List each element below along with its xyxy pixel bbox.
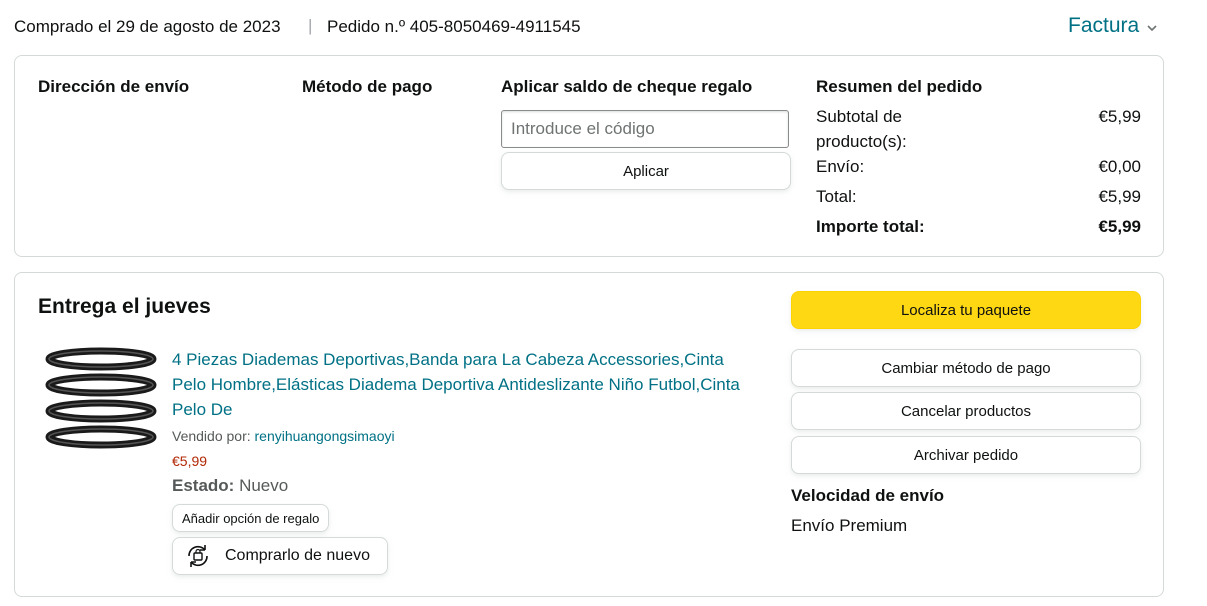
buy-again-button[interactable]: Comprarlo de nuevo bbox=[172, 537, 388, 575]
delivery-card: Entrega el jueves 4 Piezas Diademas Depo… bbox=[14, 272, 1164, 597]
sold-by-label: Vendido por: bbox=[172, 428, 251, 444]
summary-label: Subtotal de producto(s): bbox=[816, 107, 907, 151]
summary-row-shipping: Envío: €0,00 bbox=[816, 154, 1141, 179]
summary-label: Envío: bbox=[816, 157, 865, 176]
cancel-items-button[interactable]: Cancelar productos bbox=[791, 392, 1141, 430]
summary-row-total: Total: €5,99 bbox=[816, 184, 1141, 209]
purchase-date: Comprado el 29 de agosto de 2023 bbox=[14, 17, 281, 36]
delivery-heading: Entrega el jueves bbox=[38, 295, 211, 318]
chevron-down-icon bbox=[1147, 24, 1157, 31]
order-summary-heading: Resumen del pedido bbox=[816, 77, 983, 96]
summary-row-subtotal: Subtotal de producto(s): €5,99 bbox=[816, 104, 1141, 154]
product-condition: Estado: Nuevo bbox=[172, 476, 288, 496]
product-title-link[interactable]: 4 Piezas Diademas Deportivas,Banda para … bbox=[172, 347, 752, 422]
invoice-label: Factura bbox=[1068, 14, 1140, 37]
gift-card-heading: Aplicar saldo de cheque regalo bbox=[501, 77, 753, 96]
summary-value: €0,00 bbox=[1098, 157, 1141, 176]
gift-option-label: Añadir opción de regalo bbox=[182, 510, 320, 526]
condition-value: Nuevo bbox=[239, 476, 289, 495]
product-image[interactable] bbox=[43, 345, 159, 463]
gift-code-input[interactable] bbox=[501, 110, 789, 148]
archive-order-button[interactable]: Archivar pedido bbox=[791, 436, 1141, 474]
change-payment-button[interactable]: Cambiar método de pago bbox=[791, 349, 1141, 387]
add-gift-option-button[interactable]: Añadir opción de regalo bbox=[172, 504, 330, 532]
sold-by: Vendido por: renyihuangongsimaoyi bbox=[172, 428, 395, 444]
seller-link[interactable]: renyihuangongsimaoyi bbox=[255, 428, 395, 444]
summary-value: €5,99 bbox=[1098, 187, 1141, 206]
buy-again-label: Comprarlo de nuevo bbox=[225, 547, 370, 564]
apply-button[interactable]: Aplicar bbox=[501, 152, 791, 190]
shipping-address-heading: Dirección de envío bbox=[38, 77, 190, 96]
shipping-speed-heading: Velocidad de envío bbox=[791, 486, 945, 505]
shipping-speed-value: Envío Premium bbox=[791, 516, 908, 535]
summary-label: Importe total: bbox=[816, 217, 925, 236]
condition-label: Estado: bbox=[172, 476, 235, 495]
header-separator: | bbox=[308, 16, 313, 35]
summary-value: €5,99 bbox=[1098, 217, 1141, 236]
summary-label: Total: bbox=[816, 187, 857, 206]
order-number: Pedido n.º 405-8050469-4911545 bbox=[327, 17, 581, 36]
buy-again-icon bbox=[188, 545, 208, 567]
order-header: Comprado el 29 de agosto de 2023 | Pedid… bbox=[14, 14, 1174, 42]
order-info-card: Dirección de envío Método de pago Aplica… bbox=[14, 55, 1164, 257]
invoice-dropdown[interactable]: Factura bbox=[1068, 14, 1157, 38]
summary-row-grand-total: Importe total: €5,99 bbox=[816, 214, 1141, 239]
payment-method-heading: Método de pago bbox=[302, 77, 433, 96]
product-price: €5,99 bbox=[172, 453, 208, 469]
summary-value: €5,99 bbox=[1098, 107, 1141, 126]
track-package-button[interactable]: Localiza tu paquete bbox=[791, 291, 1141, 329]
